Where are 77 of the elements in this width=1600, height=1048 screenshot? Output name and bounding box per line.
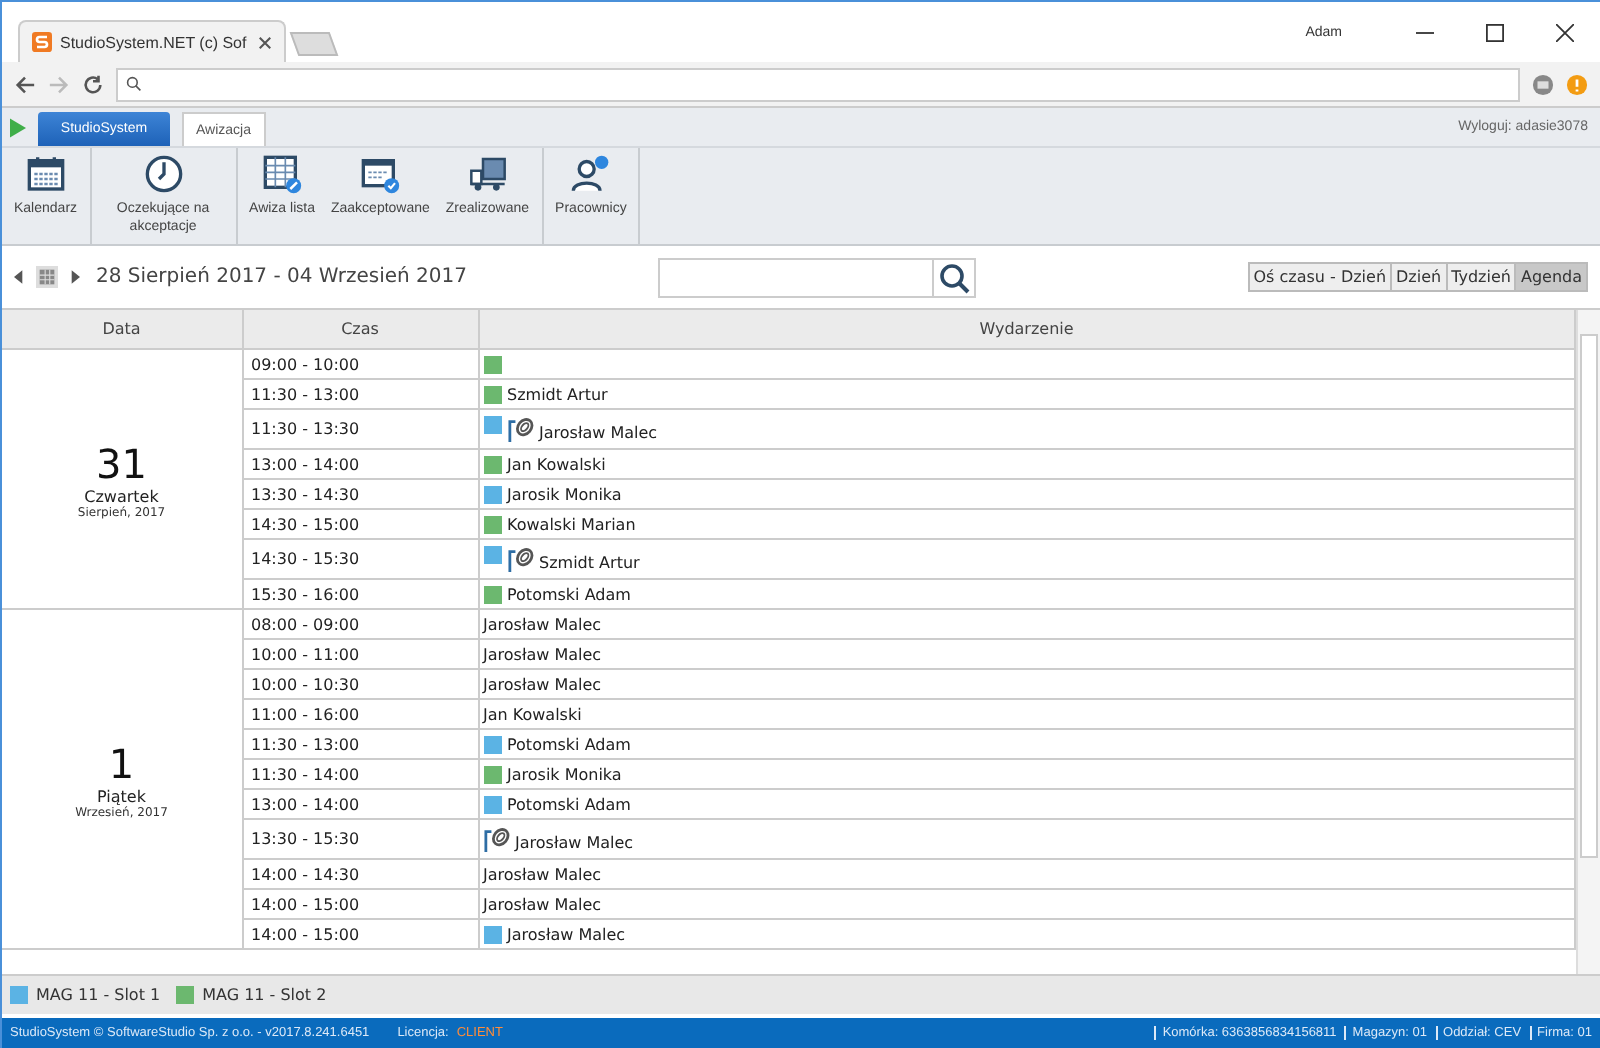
event-name[interactable]: Jarosław Malec: [483, 675, 602, 693]
scrollbar[interactable]: [1576, 310, 1600, 974]
view-tab[interactable]: Dzień: [1392, 264, 1448, 290]
time-cell: 14:00 - 15:00: [242, 919, 478, 949]
event-name[interactable]: Jarosław Malec: [515, 834, 634, 852]
column-header: Wydarzenie: [478, 310, 1575, 349]
event-name[interactable]: Jarosik Monika: [507, 765, 622, 783]
event-name[interactable]: Potomski Adam: [507, 585, 631, 603]
time-cell: 11:00 - 16:00: [242, 699, 478, 729]
event-name[interactable]: Kowalski Marian: [507, 515, 636, 533]
event-name[interactable]: Jarosław Malec: [483, 645, 602, 663]
event-name[interactable]: Jan Kowalski: [507, 455, 606, 473]
time-cell: 09:00 - 10:00: [242, 349, 478, 379]
event-name[interactable]: Jarosław Malec: [483, 615, 602, 633]
time-cell: 13:30 - 14:30: [242, 479, 478, 509]
attachment-icon[interactable]: [507, 416, 533, 442]
view-tab[interactable]: Oś czasu - Dzień: [1249, 264, 1393, 290]
search-button[interactable]: [932, 257, 977, 297]
event-name[interactable]: Jarosław Malec: [539, 424, 658, 442]
event-name[interactable]: Jarosik Monika: [507, 485, 622, 503]
weekday: Piątek: [95, 787, 148, 805]
calendar-icon: [25, 154, 66, 194]
time-cell: 14:00 - 15:00: [242, 889, 478, 919]
event-name[interactable]: Szmidt Artur: [507, 385, 608, 403]
truck-icon: [467, 154, 508, 194]
time-cell: 13:30 - 15:30: [242, 819, 478, 859]
day-number: 1: [106, 739, 137, 787]
time-cell: 14:30 - 15:00: [242, 509, 478, 539]
column-header: Data: [2, 310, 242, 349]
maximize-icon[interactable]: [1486, 23, 1504, 41]
legend-label: MAG 11 - Slot 2: [202, 986, 327, 1004]
time-cell: 11:30 - 13:00: [242, 379, 478, 409]
user-icon: [570, 154, 611, 194]
date-range: 28 Sierpień 2017 - 04 Wrzesień 2017: [96, 266, 467, 288]
view-tab[interactable]: Tydzień: [1447, 264, 1517, 290]
time-cell: 13:00 - 14:00: [242, 449, 478, 479]
calendar-check-icon: [360, 154, 401, 194]
time-cell: 10:00 - 11:00: [242, 639, 478, 669]
view-tab[interactable]: Agenda: [1516, 264, 1586, 290]
time-cell: 11:30 - 13:00: [242, 729, 478, 759]
address-field[interactable]: [116, 67, 1520, 101]
day-number: 31: [94, 439, 149, 487]
time-cell: 11:30 - 14:00: [242, 759, 478, 789]
reload-icon[interactable]: [82, 73, 104, 95]
time-cell: 08:00 - 09:00: [242, 609, 478, 639]
column-header: Czas: [242, 310, 478, 349]
time-cell: 14:30 - 15:30: [242, 539, 478, 579]
clock-icon: [143, 154, 184, 194]
browser-tab[interactable]: StudioSystem.NET (c) Sof: [18, 20, 286, 62]
back-icon[interactable]: [14, 73, 36, 95]
tab-title: StudioSystem.NET (c) Sof: [60, 33, 247, 51]
close-icon[interactable]: [1556, 23, 1574, 41]
event-name[interactable]: Jarosław Malec: [483, 895, 602, 913]
next-icon[interactable]: [70, 270, 80, 284]
weekday: Czwartek: [82, 487, 161, 505]
calendar-edit-icon: [262, 154, 302, 194]
legend-label: MAG 11 - Slot 1: [36, 986, 161, 1004]
extension-icon[interactable]: [1532, 73, 1554, 95]
close-icon[interactable]: [258, 35, 272, 49]
event-name[interactable]: Jan Kowalski: [483, 705, 582, 723]
calendar-icon[interactable]: [36, 266, 58, 288]
logo-icon: [32, 32, 52, 52]
time-cell: 10:00 - 10:30: [242, 669, 478, 699]
previous-icon[interactable]: [14, 270, 24, 284]
search-field[interactable]: [658, 257, 935, 297]
time-cell: 13:00 - 14:00: [242, 789, 478, 819]
event-name[interactable]: Potomski Adam: [507, 795, 631, 813]
attachment-icon[interactable]: [507, 546, 533, 572]
event-name[interactable]: Potomski Adam: [507, 735, 631, 753]
time-cell: 11:30 - 13:30: [242, 409, 478, 449]
time-cell: 14:00 - 14:30: [242, 859, 478, 889]
event-name[interactable]: Jarosław Malec: [483, 865, 602, 883]
time-cell: 15:30 - 16:00: [242, 579, 478, 609]
event-name[interactable]: Jarosław Malec: [507, 925, 626, 943]
search-icon: [126, 76, 142, 92]
event-name[interactable]: Szmidt Artur: [539, 554, 640, 572]
attachment-icon[interactable]: [483, 826, 509, 852]
